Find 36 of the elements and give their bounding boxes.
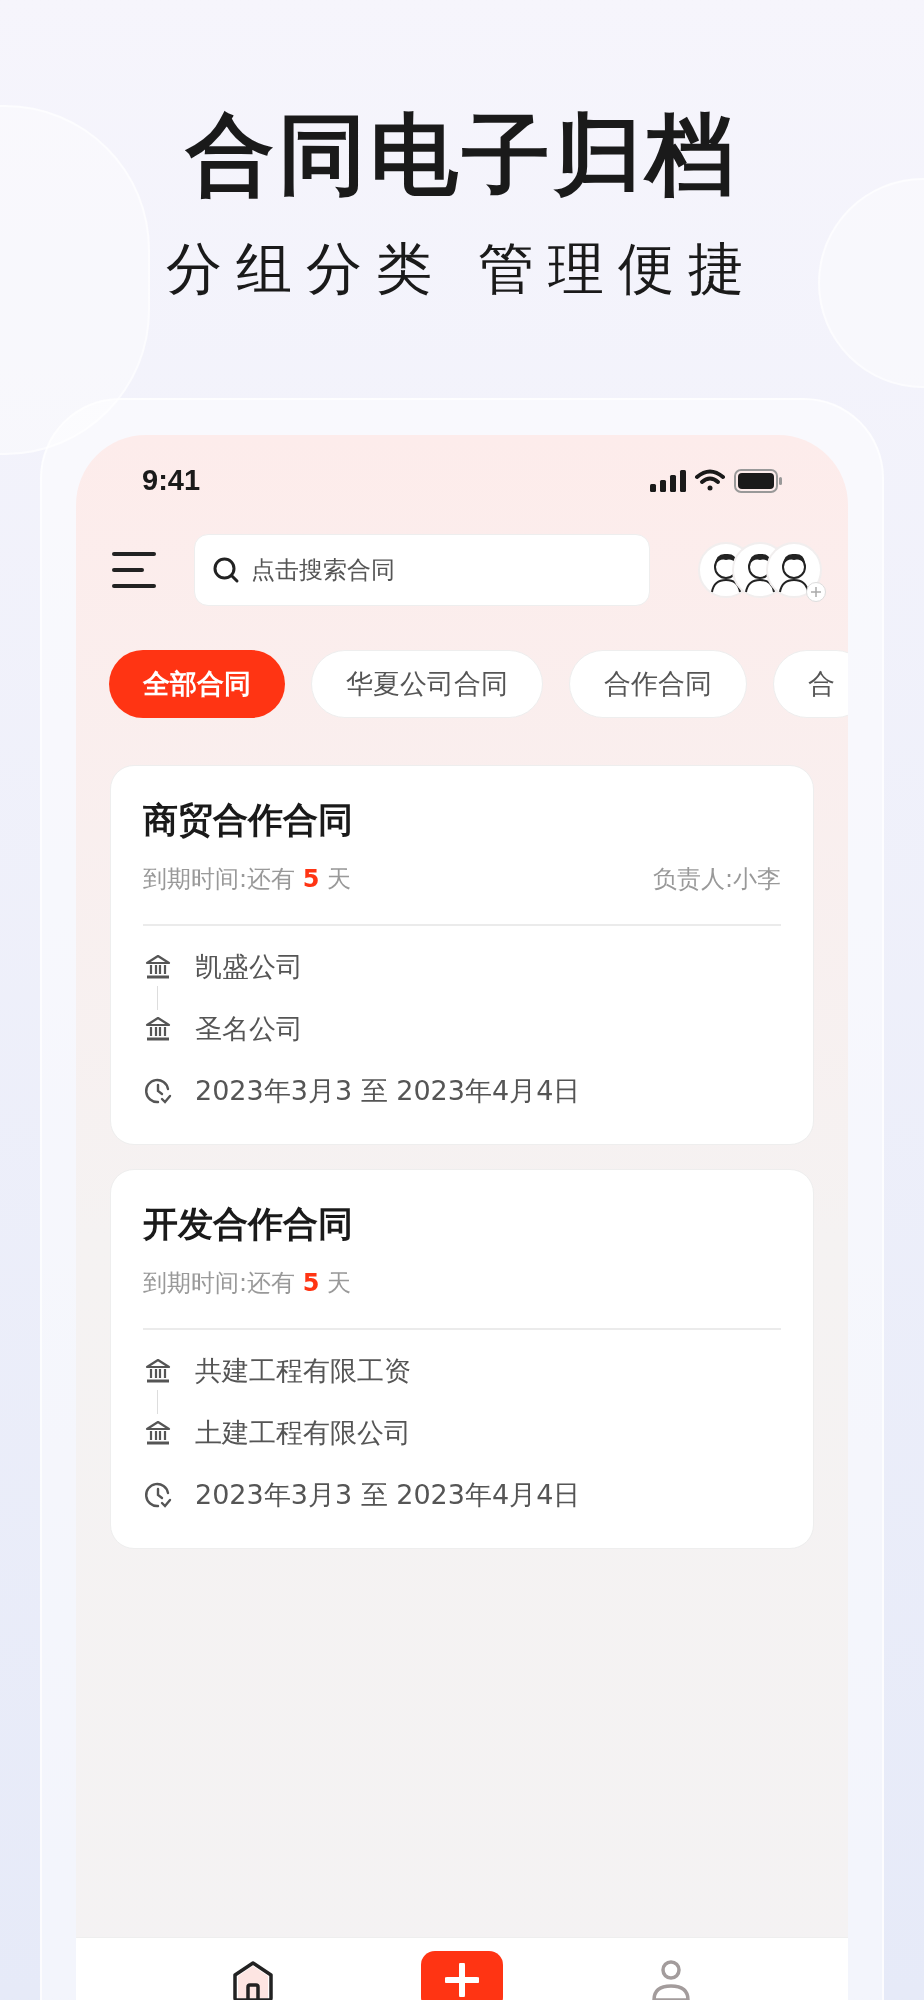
- expiry-text: 到期时间:还有 5 天: [143, 864, 352, 895]
- headline-subtitle: 分组分类 管理便捷: [166, 235, 758, 303]
- bank-icon: [143, 1356, 173, 1386]
- clock-check-icon: [143, 1076, 173, 1106]
- party-name: 土建工程有限公司: [195, 1415, 411, 1450]
- contract-card[interactable]: 开发合作合同 到期时间:还有 5 天 共建工程有限工资 土建工程有限公司 2023年3月3 至 2023年4月4日: [110, 1169, 814, 1549]
- bank-icon: [143, 1014, 173, 1044]
- owner-text: 负责人:小李: [652, 864, 781, 895]
- category-tab[interactable]: 华夏公司合同: [311, 650, 543, 718]
- house-icon: [230, 1958, 276, 2000]
- party-name: 凯盛公司: [195, 949, 303, 984]
- category-tab[interactable]: 全部合同: [109, 650, 285, 718]
- avatar-group-drawing[interactable]: [698, 542, 822, 598]
- search-field[interactable]: 点击搜索合同: [194, 534, 650, 606]
- add-button[interactable]: [421, 1951, 503, 2000]
- date-range: 2023年3月3 至 2023年4月4日: [195, 1073, 581, 1108]
- party-name: 共建工程有限工资: [195, 1353, 411, 1388]
- contract-title: 开发合作合同: [143, 1203, 354, 1246]
- battery-icon: [734, 469, 782, 493]
- category-tab[interactable]: 合: [773, 650, 848, 718]
- contract-title: 商贸合作合同: [143, 799, 354, 842]
- search-icon: [212, 556, 240, 584]
- menu-button[interactable]: [112, 552, 158, 588]
- category-tab[interactable]: 合作合同: [569, 650, 747, 718]
- wifi-icon: [694, 469, 726, 493]
- headline-title: 合同电子归档: [186, 102, 738, 208]
- plus-icon: [445, 1963, 479, 1997]
- bank-icon: [143, 1418, 173, 1448]
- status-time: 9:41: [142, 463, 201, 499]
- contract-card[interactable]: 商贸合作合同 到期时间:还有 5 天 负责人:小李 凯盛公司 圣名公司 2023年3月3 至 2023年4月4日: [110, 765, 814, 1145]
- clock-check-icon: [143, 1480, 173, 1510]
- bank-icon: [143, 952, 173, 982]
- party-name: 圣名公司: [195, 1011, 303, 1046]
- signal-icon: [650, 470, 686, 492]
- expiry-text: 到期时间:还有 5 天: [143, 1268, 352, 1299]
- date-range: 2023年3月3 至 2023年4月4日: [195, 1477, 581, 1512]
